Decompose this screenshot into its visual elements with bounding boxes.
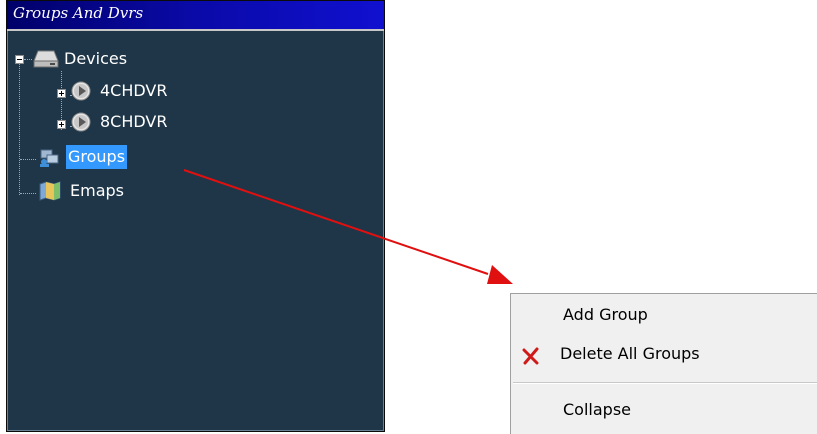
map-icon: [38, 181, 62, 208]
menu-separator: [513, 382, 817, 384]
tree-node-dvr[interactable]: 8CHDVR: [8, 110, 228, 134]
dvr-play-icon: [70, 111, 92, 140]
collapse-toggle-icon[interactable]: [15, 55, 24, 64]
menu-item-collapse[interactable]: Collapse: [511, 395, 817, 425]
menu-item-label: Add Group: [563, 305, 648, 324]
expand-toggle-icon[interactable]: [57, 89, 66, 98]
menu-item-add-group[interactable]: Add Group: [511, 300, 817, 330]
tree-label-dvr: 8CHDVR: [100, 112, 168, 131]
panel-title: Groups And Dvrs: [13, 4, 144, 22]
tree-label-emaps: Emaps: [70, 181, 124, 200]
menu-item-delete-all-groups[interactable]: Delete All Groups: [511, 339, 817, 369]
tree-node-emaps[interactable]: Emaps: [8, 179, 228, 203]
tree-node-dvr[interactable]: 4CHDVR: [8, 79, 228, 103]
dvr-play-icon: [70, 80, 92, 109]
tree-label-dvr: 4CHDVR: [100, 81, 168, 100]
menu-item-label: Collapse: [563, 400, 631, 419]
groups-icon: [38, 146, 62, 175]
panel-title-bar: Groups And Dvrs: [7, 1, 384, 31]
groups-and-dvrs-panel: Groups And Dvrs Devices 4CHDVR 8CHDVR Gr…: [6, 0, 385, 432]
tree-label-groups: Groups: [66, 145, 128, 169]
red-x-icon: [522, 345, 540, 375]
hard-drive-icon: [32, 49, 60, 76]
menu-item-label: Delete All Groups: [560, 344, 700, 363]
context-menu: Add Group Delete All Groups Collapse: [510, 293, 817, 434]
tree-node-devices[interactable]: Devices: [8, 47, 208, 71]
expand-toggle-icon[interactable]: [57, 120, 66, 129]
tree-node-groups[interactable]: Groups: [8, 145, 228, 169]
tree-label-devices: Devices: [64, 49, 128, 68]
tree-view[interactable]: Devices 4CHDVR 8CHDVR Groups Emaps: [7, 31, 384, 431]
